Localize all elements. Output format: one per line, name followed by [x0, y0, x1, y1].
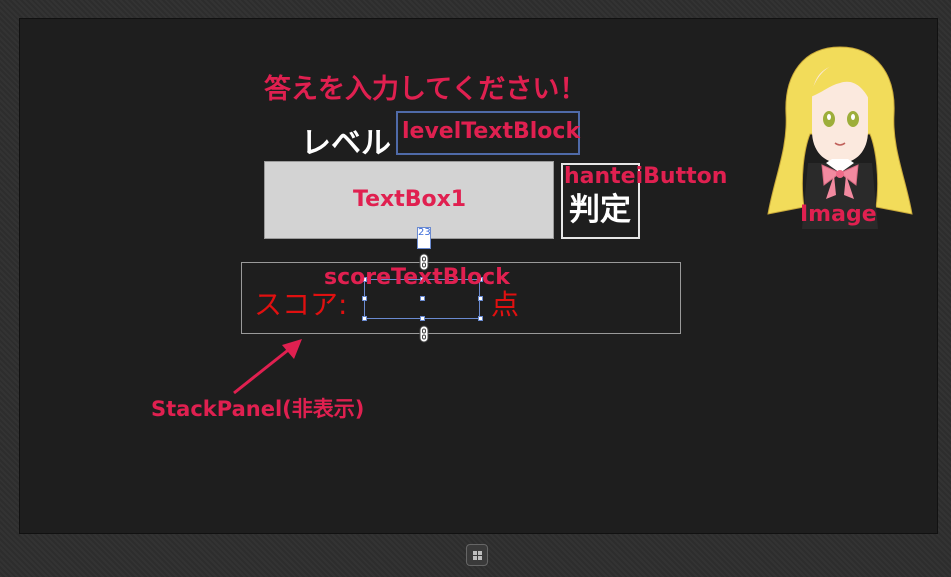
selection-handle[interactable]: [362, 296, 367, 301]
textbox-annotation: TextBox1: [353, 187, 467, 212]
stack-panel-annotation: StackPanel(非表示): [151, 397, 365, 421]
margin-dimension-badge: 23: [417, 227, 431, 249]
arrow-icon: [233, 339, 302, 395]
selection-handle[interactable]: [478, 316, 483, 321]
selection-handle[interactable]: [362, 316, 367, 321]
anchor-link-icon: [419, 253, 429, 271]
points-unit-label: 点: [491, 288, 520, 321]
prompt-text: 答えを入力してください！: [264, 74, 587, 105]
selection-handle[interactable]: [478, 296, 483, 301]
level-label: レベル: [301, 126, 391, 161]
windows-logo-icon: [473, 551, 482, 560]
image-annotation: Image: [800, 202, 877, 227]
windows-button[interactable]: [466, 544, 488, 566]
anchor-link-icon: [419, 325, 429, 343]
character-image: [767, 46, 913, 229]
level-text-block-annotation: levelTextBlock: [402, 119, 581, 144]
hantei-button-annotation: hanteiButton: [564, 164, 728, 189]
selection-handle[interactable]: [420, 296, 425, 301]
app-screen: 答えを入力してください！ レベル levelTextBlock TextBox1…: [19, 18, 938, 534]
hantei-button-label: 判定: [569, 192, 631, 228]
selection-handle[interactable]: [420, 316, 425, 321]
